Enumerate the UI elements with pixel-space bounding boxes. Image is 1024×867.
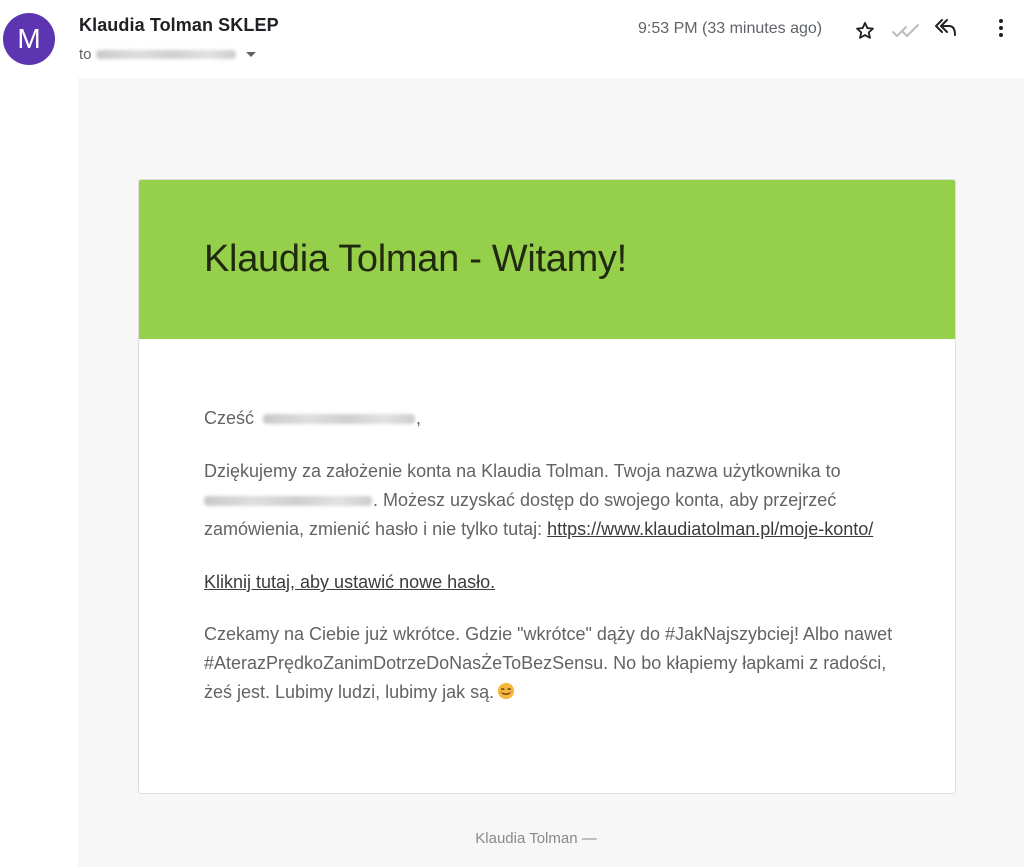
closing-text: Czekamy na Ciebie już wkrótce. Gdzie "wk… — [204, 624, 893, 702]
greeting-prefix: Cześć — [204, 408, 255, 428]
greeting-suffix: , — [416, 408, 422, 428]
smiling-face-icon — [497, 680, 515, 700]
recipient-line[interactable]: to — [79, 44, 256, 64]
redacted-username — [204, 496, 372, 507]
star-icon[interactable] — [852, 18, 878, 44]
reply-all-icon[interactable] — [933, 15, 959, 41]
sender-avatar[interactable]: M — [3, 13, 55, 65]
reset-paragraph: Kliknij tutaj, aby ustawić nowe hasło. — [204, 568, 894, 597]
email-title: Klaudia Tolman - Witamy! — [204, 238, 627, 280]
email-body-canvas: Klaudia Tolman - Witamy! Cześć , Dziękuj… — [78, 78, 1024, 867]
email-content: Cześć , Dziękujemy za założenie konta na… — [204, 404, 894, 707]
welcome-paragraph: Dziękujemy za założenie konta na Klaudia… — [204, 457, 894, 544]
email-card: Klaudia Tolman - Witamy! Cześć , Dziękuj… — [138, 179, 956, 794]
double-check-icon — [890, 20, 922, 42]
redacted-recipient — [95, 50, 236, 59]
greeting: Cześć , — [204, 404, 894, 433]
to-label: to — [79, 45, 92, 63]
email-footer: Klaudia Tolman — — [475, 830, 597, 847]
welcome-text-a: Dziękujemy za założenie konta na Klaudia… — [204, 461, 841, 481]
more-vertical-icon[interactable] — [992, 14, 1010, 42]
email-banner: Klaudia Tolman - Witamy! — [139, 180, 955, 339]
reset-password-link[interactable]: Kliknij tutaj, aby ustawić nowe hasło. — [204, 572, 495, 592]
chevron-down-icon[interactable] — [245, 51, 256, 57]
account-link[interactable]: https://www.klaudiatolman.pl/moje-konto/ — [547, 519, 873, 539]
sender-name[interactable]: Klaudia Tolman SKLEP — [79, 15, 279, 36]
closing-paragraph: Czekamy na Ciebie już wkrótce. Gdzie "wk… — [204, 620, 894, 707]
message-timestamp: 9:53 PM (33 minutes ago) — [638, 20, 823, 37]
redacted-name — [263, 414, 416, 425]
email-view: M Klaudia Tolman SKLEP to 9:53 PM (33 mi… — [0, 0, 1024, 867]
